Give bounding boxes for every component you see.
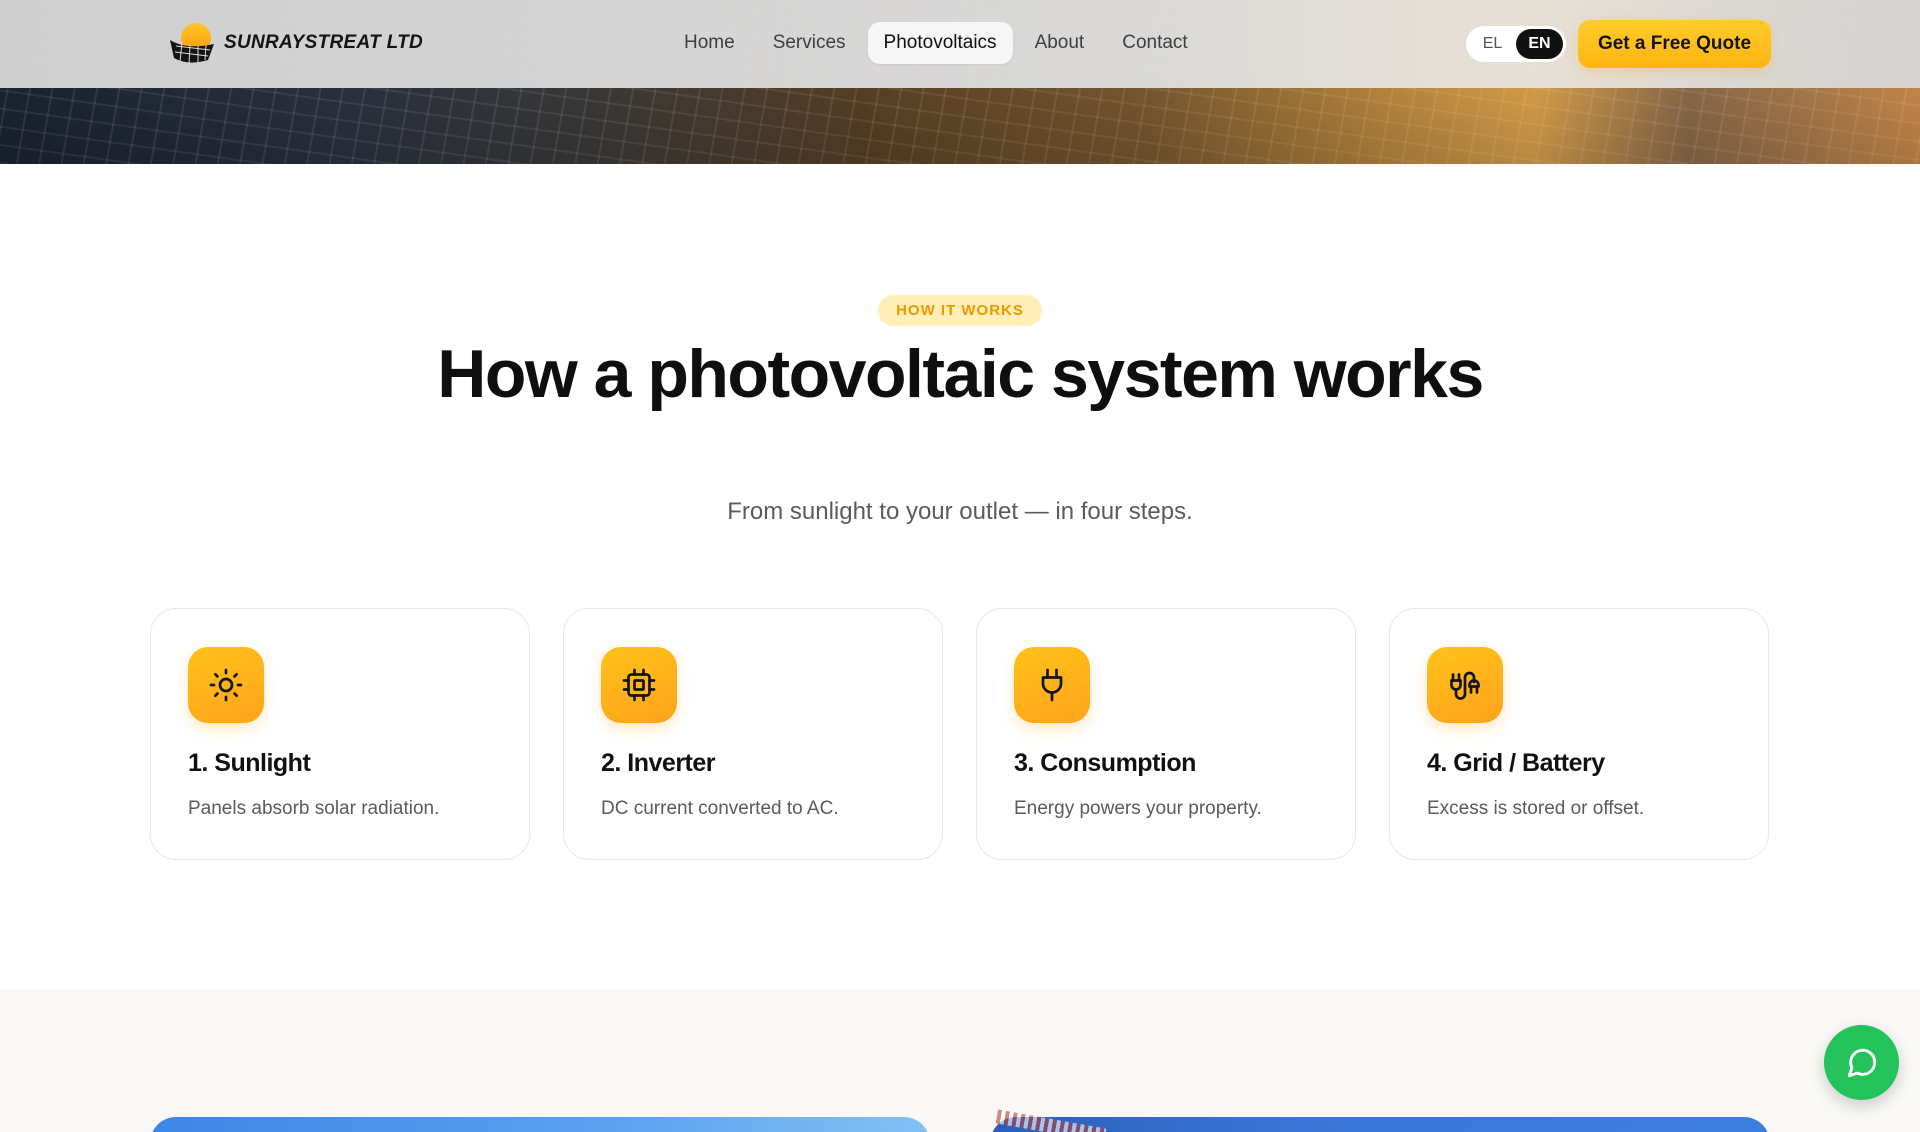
step-title: 1. Sunlight bbox=[188, 749, 311, 777]
chat-button[interactable] bbox=[1824, 1025, 1899, 1100]
section-badge: HOW IT WORKS bbox=[878, 295, 1042, 326]
site-header: SUNRAYSTREAT LTD Home Services Photovolt… bbox=[0, 0, 1920, 88]
next-section bbox=[0, 990, 1920, 1132]
step-card-sunlight: 1. Sunlight Panels absorb solar radiatio… bbox=[150, 608, 530, 860]
lang-option-el[interactable]: EL bbox=[1469, 29, 1516, 59]
step-card-consumption: 3. Consumption Energy powers your proper… bbox=[976, 608, 1356, 860]
step-card-grid-battery: 4. Grid / Battery Excess is stored or of… bbox=[1389, 608, 1769, 860]
nav-services[interactable]: Services bbox=[757, 22, 862, 64]
cable-icon bbox=[1427, 647, 1503, 723]
steps-list: 1. Sunlight Panels absorb solar radiatio… bbox=[150, 608, 1769, 860]
nav-photovoltaics[interactable]: Photovoltaics bbox=[867, 22, 1013, 64]
brand-name: SUNRAYSTREAT LTD bbox=[224, 32, 424, 53]
section-title: How a photovoltaic system works bbox=[437, 336, 1484, 412]
chat-bubble-icon bbox=[1847, 1048, 1876, 1077]
nav-contact[interactable]: Contact bbox=[1106, 22, 1203, 64]
language-switcher: EL EN bbox=[1466, 26, 1566, 62]
get-quote-button[interactable]: Get a Free Quote bbox=[1578, 20, 1771, 68]
feature-image-card bbox=[150, 1117, 930, 1132]
step-description: DC current converted to AC. bbox=[601, 798, 839, 819]
step-title: 3. Consumption bbox=[1014, 749, 1196, 777]
step-card-inverter: 2. Inverter DC current converted to AC. bbox=[563, 608, 943, 860]
logo-sun-panel-icon bbox=[168, 20, 216, 66]
plug-icon bbox=[1014, 647, 1090, 723]
brand-logo[interactable]: SUNRAYSTREAT LTD bbox=[168, 20, 423, 66]
step-title: 4. Grid / Battery bbox=[1427, 749, 1605, 777]
step-description: Panels absorb solar radiation. bbox=[188, 798, 440, 819]
sun-icon bbox=[188, 647, 264, 723]
step-description: Excess is stored or offset. bbox=[1427, 798, 1645, 819]
chip-icon bbox=[601, 647, 677, 723]
nav-about[interactable]: About bbox=[1019, 22, 1101, 64]
step-description: Energy powers your property. bbox=[1014, 798, 1262, 819]
feature-image-card bbox=[990, 1117, 1770, 1132]
how-it-works-section: HOW IT WORKS How a photovoltaic system w… bbox=[0, 164, 1920, 990]
nav-home[interactable]: Home bbox=[668, 22, 751, 64]
step-title: 2. Inverter bbox=[601, 749, 716, 777]
section-subtitle: From sunlight to your outlet — in four s… bbox=[727, 498, 1193, 525]
lang-option-en[interactable]: EN bbox=[1516, 29, 1563, 59]
main-nav: Home Services Photovoltaics About Contac… bbox=[668, 22, 1204, 64]
